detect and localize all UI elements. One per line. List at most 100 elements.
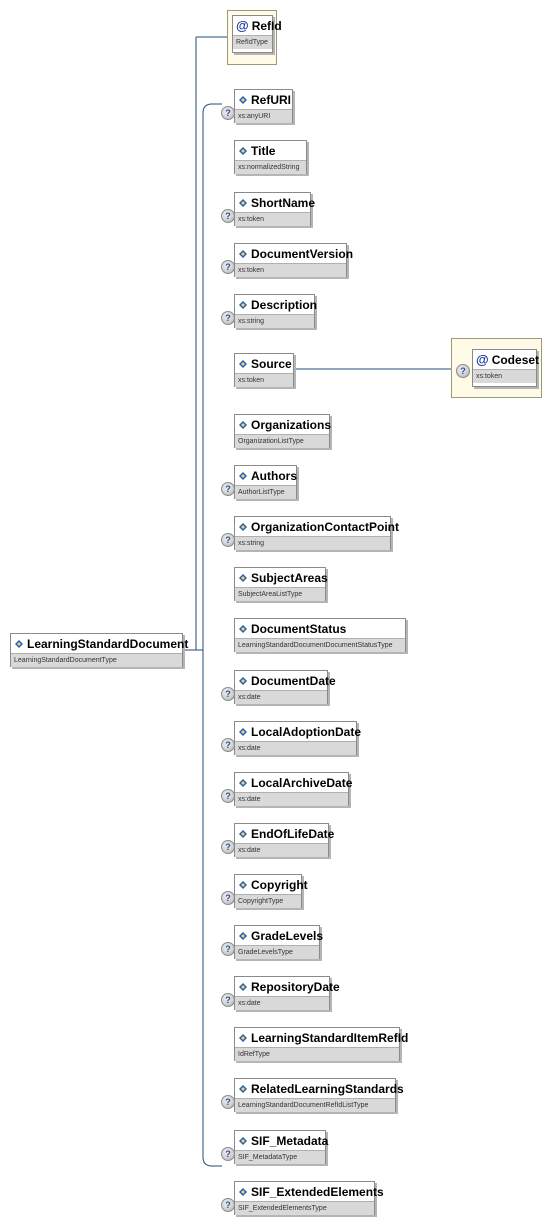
- element-name: RepositoryDate: [251, 979, 340, 994]
- element-type: xs:date: [235, 996, 329, 1010]
- element-name-row: RefURI: [235, 90, 292, 109]
- element-box-endoflifedate[interactable]: EndOfLifeDate xs:date: [234, 823, 334, 857]
- optional-icon: ?: [221, 209, 235, 223]
- element-name-row: ShortName: [235, 193, 315, 212]
- element-box-copyright[interactable]: Copyright CopyrightType: [234, 874, 308, 908]
- element-box-title[interactable]: Title xs:normalizedString: [234, 140, 307, 174]
- element-box-source[interactable]: Source xs:token: [234, 353, 294, 387]
- element-name-row: Description: [235, 295, 318, 314]
- codeset-attribute-group: ? @ Codeset xs:token: [451, 338, 542, 398]
- element-icon: [239, 1033, 247, 1042]
- element-name: LocalAdoptionDate: [251, 724, 361, 739]
- element-type: SIF_MetadataType: [235, 1150, 325, 1164]
- element-name: GradeLevels: [251, 928, 324, 943]
- element-type: xs:date: [235, 690, 327, 704]
- element-type: CopyrightType: [235, 894, 301, 908]
- element-box-documentversion[interactable]: DocumentVersion xs:token: [234, 243, 353, 277]
- element-type: xs:token: [235, 212, 310, 226]
- element-icon: [239, 359, 247, 368]
- element-box-relatedlearningstandards[interactable]: RelatedLearningStandards LearningStandard…: [234, 1078, 404, 1112]
- element-name: SIF_Metadata: [251, 1133, 329, 1148]
- optional-icon: ?: [221, 789, 235, 803]
- element-name: DocumentStatus: [251, 621, 347, 636]
- element-box-learningstandarditemrefid[interactable]: LearningStandardItemRefId IdRefType: [234, 1027, 408, 1061]
- element-name: DocumentVersion: [251, 246, 354, 261]
- element-name: DocumentDate: [251, 673, 336, 688]
- element-icon: [239, 880, 247, 889]
- element-box-organizations[interactable]: Organizations OrganizationListType: [234, 414, 331, 448]
- element-name-row: GradeLevels: [235, 926, 323, 945]
- element-icon: [239, 676, 247, 685]
- element-icon: [239, 420, 247, 429]
- element-box-repositorydate[interactable]: RepositoryDate xs:date: [234, 976, 340, 1010]
- element-name-row: Authors: [235, 466, 297, 485]
- element-type: IdRefType: [235, 1047, 399, 1061]
- element-name-row: RepositoryDate: [235, 977, 340, 996]
- element-name-row: RelatedLearningStandards: [235, 1079, 404, 1098]
- element-type: xs:date: [235, 741, 356, 755]
- element-name: LearningStandardItemRefId: [251, 1030, 409, 1045]
- element-name: SIF_ExtendedElements: [251, 1184, 384, 1199]
- optional-icon: ?: [221, 993, 235, 1007]
- connector-sequence-bottom: [202, 650, 222, 1167]
- element-icon: [239, 249, 247, 258]
- element-type: xs:token: [235, 263, 346, 277]
- element-icon: [239, 1084, 247, 1093]
- element-box-gradelevels[interactable]: GradeLevels GradeLevelsType: [234, 925, 323, 959]
- element-name: Copyright: [251, 877, 308, 892]
- element-type: xs:string: [235, 536, 390, 550]
- element-type: LearningStandardDocumentDocumentStatusTy…: [235, 638, 405, 652]
- root-element-name: LearningStandardDocument: [27, 636, 189, 651]
- element-box-documentdate[interactable]: DocumentDate xs:date: [234, 670, 336, 704]
- element-icon: [239, 522, 247, 531]
- element-name: LocalArchiveDate: [251, 775, 353, 790]
- element-box-sif-metadata[interactable]: SIF_Metadata SIF_MetadataType: [234, 1130, 329, 1164]
- element-type: OrganizationListType: [235, 434, 329, 448]
- optional-icon: ?: [221, 687, 235, 701]
- element-type: xs:normalizedString: [235, 160, 306, 174]
- element-type: AuthorListType: [235, 485, 296, 499]
- element-icon: [239, 624, 247, 633]
- optional-icon: ?: [221, 482, 235, 496]
- element-name-row: Title: [235, 141, 306, 160]
- root-element-box[interactable]: LearningStandardDocument LearningStandar…: [10, 633, 188, 667]
- element-name: Source: [251, 356, 292, 371]
- element-box-subjectareas[interactable]: SubjectAreas SubjectAreaListType: [234, 567, 328, 601]
- element-name: Description: [251, 297, 318, 312]
- element-icon: [239, 146, 247, 155]
- element-name: RelatedLearningStandards: [251, 1081, 404, 1096]
- element-name-row: SIF_ExtendedElements: [235, 1182, 384, 1201]
- element-name-row: EndOfLifeDate: [235, 824, 334, 843]
- optional-icon: ?: [456, 364, 470, 378]
- element-box-localadoptiondate[interactable]: LocalAdoptionDate xs:date: [234, 721, 361, 755]
- element-icon: [15, 639, 23, 648]
- element-box-sif-extendedelements[interactable]: SIF_ExtendedElements SIF_ExtendedElements…: [234, 1181, 384, 1215]
- element-icon: [239, 1136, 247, 1145]
- element-name-row: DocumentVersion: [235, 244, 353, 263]
- element-box-documentstatus[interactable]: DocumentStatus LearningStandardDocumentDo…: [234, 618, 406, 652]
- element-type: LearningStandardDocumentRefIdListType: [235, 1098, 395, 1112]
- element-name-row: OrganizationContactPoint: [235, 517, 399, 536]
- optional-icon: ?: [221, 738, 235, 752]
- element-name: OrganizationContactPoint: [251, 519, 399, 534]
- refid-attribute-box[interactable]: @ RefId RefIdType: [232, 15, 282, 53]
- codeset-attribute-box[interactable]: @ Codeset xs:token: [472, 349, 539, 387]
- element-name-row: SIF_Metadata: [235, 1131, 329, 1150]
- codeset-attribute-type: xs:token: [473, 369, 536, 383]
- element-name: EndOfLifeDate: [251, 826, 335, 841]
- refid-attribute-group: @ RefId RefIdType: [227, 10, 282, 65]
- element-icon: [239, 1187, 247, 1196]
- optional-icon: ?: [221, 311, 235, 325]
- element-name-row: DocumentStatus: [235, 619, 405, 638]
- element-name: RefURI: [251, 92, 292, 107]
- element-type: xs:anyURI: [235, 109, 292, 123]
- element-box-localarchivedate[interactable]: LocalArchiveDate xs:date: [234, 772, 353, 806]
- element-box-refuri[interactable]: RefURI xs:anyURI: [234, 89, 293, 123]
- element-box-authors[interactable]: Authors AuthorListType: [234, 465, 297, 499]
- element-box-description[interactable]: Description xs:string: [234, 294, 318, 328]
- element-name-row: SubjectAreas: [235, 568, 328, 587]
- element-box-shortname[interactable]: ShortName xs:token: [234, 192, 315, 226]
- element-box-organizationcontactpoint[interactable]: OrganizationContactPoint xs:string: [234, 516, 399, 550]
- element-type: SIF_ExtendedElementsType: [235, 1201, 374, 1215]
- element-icon: [239, 982, 247, 991]
